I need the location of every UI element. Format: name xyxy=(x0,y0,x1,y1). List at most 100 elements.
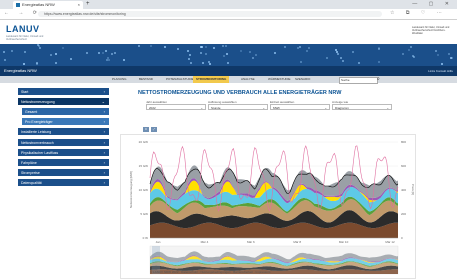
chevron-right-icon: › xyxy=(103,140,105,145)
banner-dot xyxy=(70,58,73,61)
x-tick-label: Mär 12 xyxy=(385,240,395,244)
topnav-item[interactable]: SZENARIO xyxy=(295,76,310,83)
filter-select[interactable]: 2022 ⌄ xyxy=(146,104,206,110)
browser-toolbar-icons[interactable]: ☆ ⧉ ♡ ⋯ xyxy=(390,10,447,16)
banner-dot xyxy=(326,56,329,59)
y2-tick-label: 400 xyxy=(401,188,406,192)
sidebar-item-label: Nettostromverbrauch xyxy=(21,141,54,145)
banner-dot xyxy=(407,49,410,52)
topnav-item[interactable]: WÄRMESTUDIE xyxy=(268,76,291,83)
banner-dot xyxy=(3,51,6,54)
banner-dot xyxy=(62,47,65,50)
banner-dot xyxy=(377,60,380,63)
banner-dot xyxy=(358,62,361,65)
filter-select[interactable]: Diagramm ⌄ xyxy=(332,104,392,110)
filter-select[interactable]: MWh ⌄ xyxy=(270,104,330,110)
sidebar-item-label: Fahrpläne xyxy=(21,161,37,165)
banner-dot xyxy=(186,49,189,52)
ministry-logo-text: Landesamt für Natur, Umwelt und Verbrauc… xyxy=(412,26,450,35)
banner-dot xyxy=(204,45,207,48)
x-tick-label: Mär 4 xyxy=(201,240,209,244)
banner-dot xyxy=(450,57,453,60)
sidebar-item[interactable]: Start › xyxy=(18,88,109,96)
favicon-icon xyxy=(16,2,20,7)
sidebar-item-label: Gesamt xyxy=(25,110,38,114)
sidebar-item[interactable]: Fahrpläne › xyxy=(18,159,109,167)
banner-dot xyxy=(337,53,340,56)
filter-select[interactable]: Stunde ⌄ xyxy=(208,104,268,110)
site-title: Energieatlas NRW xyxy=(4,68,37,73)
chevron-right-icon: › xyxy=(103,89,105,94)
url-field[interactable]: https://www.energieatlas.nrw.de/site/str… xyxy=(38,11,382,17)
banner-dot xyxy=(187,57,190,60)
site-bar-links[interactable]: Links Kontakt Hilfe xyxy=(428,67,453,75)
filter-select-value: MWh xyxy=(273,106,280,110)
sidebar-item[interactable]: Pro Energieträger › xyxy=(22,118,109,126)
page-title: NETTOSTROMERZEUGUNG UND VERBRAUCH ALLE E… xyxy=(138,90,342,96)
banner-dot xyxy=(176,47,179,50)
sidebar-item[interactable]: Nettostromverbrauch › xyxy=(18,139,109,147)
sidebar-item[interactable]: Physikalischer Lastfluss › xyxy=(18,149,109,157)
sidebar-item[interactable]: Strompreise › xyxy=(18,169,109,177)
new-tab-button[interactable]: + xyxy=(86,0,90,9)
site-logo[interactable]: LANUV xyxy=(6,24,40,34)
chart-fullscreen-button[interactable]: ⤢ xyxy=(151,127,157,132)
topnav-item[interactable]: POTENZIALSTUDIE xyxy=(166,76,194,83)
header-banner xyxy=(0,44,457,66)
chevron-right-icon: › xyxy=(103,170,105,175)
banner-dot xyxy=(377,47,380,50)
chevron-right-icon: › xyxy=(103,160,105,165)
sidebar-item-label: Nettostromerzeugung xyxy=(21,100,55,104)
banner-dot xyxy=(49,53,52,56)
topnav-item[interactable]: STROMMONITORING xyxy=(193,76,230,83)
y2-axis-label: Preis [€] xyxy=(411,184,415,195)
logo-subtitle: Landesamt für Natur, Umwelt und Verbrauc… xyxy=(6,35,44,41)
y-tick-label: 15 GW xyxy=(139,164,149,168)
banner-dot xyxy=(448,52,451,55)
chevron-down-icon: ⌄ xyxy=(262,106,265,110)
sidebar-item-label: Strompreise xyxy=(21,171,40,175)
close-tab-icon[interactable]: × xyxy=(78,1,80,9)
banner-dot xyxy=(111,52,113,55)
banner-dot xyxy=(307,47,310,50)
banner-dot xyxy=(163,45,166,48)
y2-tick-label: 200 xyxy=(401,212,406,216)
banner-dot xyxy=(36,62,39,65)
topnav-item[interactable]: ANALYSE xyxy=(241,76,255,83)
search-icon[interactable]: ⌕ xyxy=(377,76,380,83)
topnav-item[interactable]: BESTAND xyxy=(139,76,153,83)
chart[interactable]: 20 GW 15 GW 10 GW 5 GW 0 W 800 600 400 200 0 Netto… xyxy=(120,134,416,279)
banner-dot xyxy=(252,57,255,60)
banner-dot xyxy=(213,46,216,49)
banner-dot xyxy=(105,58,108,61)
x-tick-label: Mär 10 xyxy=(339,240,349,244)
footer: © LANUV NRW 2022 · Datenschutz · Nutzung… xyxy=(150,270,271,274)
browser-tab[interactable]: Energieatlas NRW × xyxy=(13,1,83,9)
banner-dot xyxy=(274,52,277,55)
sidebar-item[interactable]: Installierte Leistung › xyxy=(18,128,109,136)
filter-select-value: Stunde xyxy=(211,106,221,110)
sidebar-item[interactable]: Nettostromerzeugung ⌄ xyxy=(18,98,109,106)
sidebar-item[interactable]: Gesamt › xyxy=(22,108,109,116)
filter-select-value: 2022 xyxy=(149,106,156,110)
banner-dot xyxy=(97,51,100,54)
banner-dot xyxy=(305,49,308,52)
banner-dot xyxy=(248,50,251,53)
banner-dot xyxy=(104,49,107,52)
tab-title: Energieatlas NRW xyxy=(22,2,55,7)
window-controls[interactable]: — ▢ ✕ xyxy=(412,0,454,9)
banner-dot xyxy=(283,45,286,48)
sidebar-item-label: Datenqualität xyxy=(21,181,42,185)
banner-dot xyxy=(107,58,110,61)
sidebar-item[interactable]: Datenqualität › xyxy=(18,179,109,187)
chevron-right-icon: › xyxy=(103,119,105,124)
banner-dot xyxy=(54,52,57,55)
banner-dot xyxy=(222,45,225,48)
chevron-down-icon: ⌄ xyxy=(324,106,327,110)
chevron-right-icon: › xyxy=(103,129,105,134)
search-input[interactable]: Suche xyxy=(339,77,378,84)
topnav-item[interactable]: PLANUNG xyxy=(112,76,127,83)
y2-tick-label: 800 xyxy=(401,140,406,144)
chart-menu-button[interactable]: ≡ xyxy=(143,127,149,132)
banner-dot xyxy=(86,52,89,55)
